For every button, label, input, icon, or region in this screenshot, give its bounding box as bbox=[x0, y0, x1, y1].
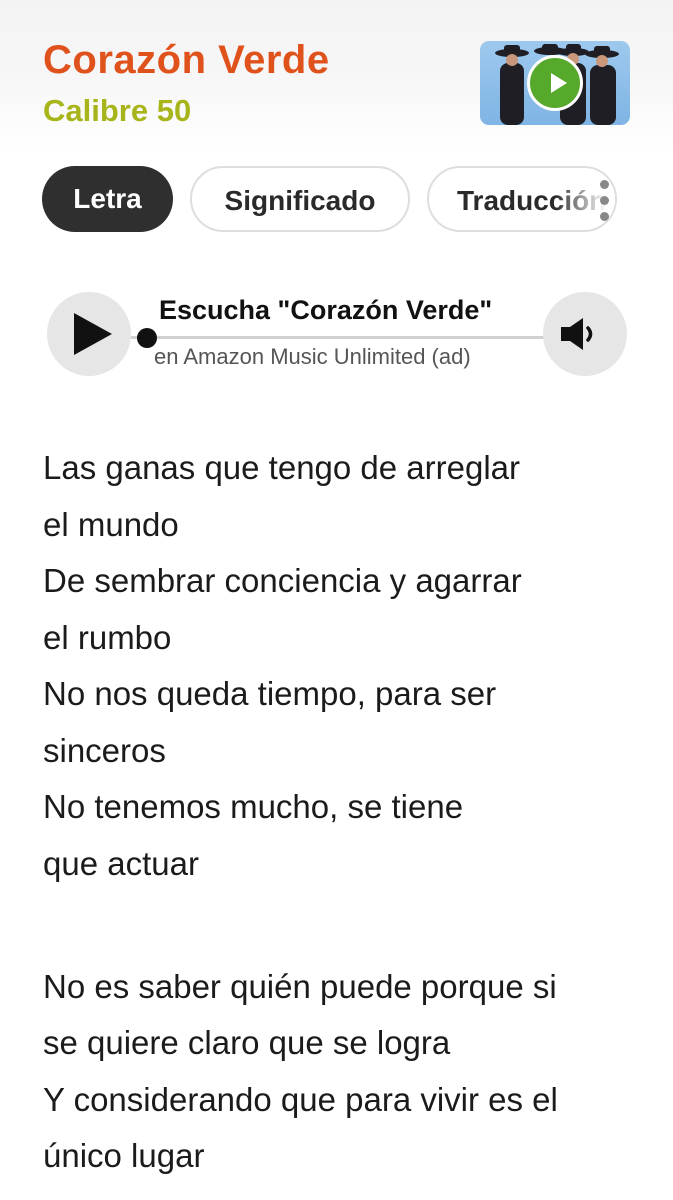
lyric-line: Las ganas que tengo de arreglar bbox=[43, 449, 521, 486]
lyric-line: No nos queda tiempo, para ser bbox=[43, 675, 497, 712]
lyric-line: De sembrar conciencia y agarrar bbox=[43, 562, 522, 599]
player-title: Escucha "Corazón Verde" bbox=[159, 295, 493, 325]
song-header: Corazón Verde Calibre 50 bbox=[0, 0, 673, 150]
lyric-line: Y considerando que para vivir es el bbox=[43, 1080, 558, 1118]
play-icon[interactable] bbox=[527, 55, 583, 111]
tab-significado[interactable]: Significado bbox=[190, 166, 410, 232]
more-options-icon[interactable] bbox=[590, 178, 620, 222]
lyrics-page: Corazón Verde Calibre 50 Letra Significa… bbox=[0, 0, 673, 1200]
lyric-line: el rumbo bbox=[43, 618, 172, 656]
audio-player: Escucha "Corazón Verde" en Amazon Music … bbox=[0, 290, 673, 380]
artist-link[interactable]: Calibre 50 bbox=[43, 93, 191, 129]
lyric-line: que actuar bbox=[43, 844, 199, 882]
tab-letra[interactable]: Letra bbox=[42, 166, 173, 232]
progress-bar[interactable] bbox=[131, 336, 544, 339]
stanza-divider bbox=[43, 949, 643, 959]
volume-button[interactable] bbox=[543, 292, 627, 376]
lyrics-body: Las ganas que tengo de arreglar el mundo… bbox=[43, 440, 643, 1185]
lyrics-tabs: Letra Significado Traducción bbox=[0, 166, 673, 234]
video-thumbnail[interactable] bbox=[480, 41, 630, 125]
lyric-line: se quiere claro que se logra bbox=[43, 1024, 451, 1061]
song-title: Corazón Verde bbox=[43, 38, 330, 82]
stanza-divider bbox=[43, 892, 643, 949]
lyric-line: único lugar bbox=[43, 1137, 205, 1174]
player-subtitle[interactable]: en Amazon Music Unlimited (ad) bbox=[154, 344, 471, 370]
lyric-line: No tenemos mucho, se tiene bbox=[43, 788, 464, 825]
play-button[interactable] bbox=[47, 292, 131, 376]
lyric-line: el mundo bbox=[43, 505, 179, 543]
lyric-line: No es saber quién puede porque si bbox=[43, 967, 557, 1005]
speaker-icon bbox=[561, 318, 593, 350]
tab-traduccion[interactable]: Traducción bbox=[427, 166, 617, 232]
lyric-line: sinceros bbox=[43, 731, 166, 769]
